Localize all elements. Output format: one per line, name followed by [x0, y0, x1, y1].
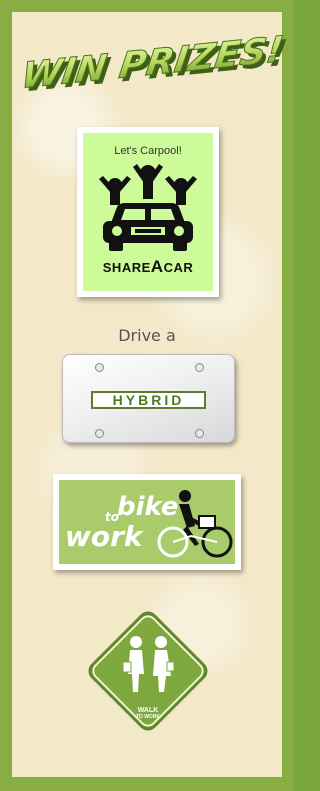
share-a-car-card[interactable]: Let's Carpool! SHAREACAR — [77, 127, 219, 297]
car-word: CAR — [163, 260, 194, 275]
hybrid-text: HYBRID — [112, 392, 185, 408]
plate-bolt-icon — [95, 363, 104, 372]
plate-bolt-icon — [195, 363, 204, 372]
work-word: work — [65, 520, 143, 553]
bike-to-work-card[interactable]: bike to work — [53, 474, 241, 570]
walk-to-work-label: WALK TO WORK — [81, 707, 215, 721]
share-a-car-label: SHAREACAR — [83, 257, 213, 277]
drive-a-label: Drive a — [118, 326, 176, 345]
hybrid-label-box: HYBRID — [91, 391, 206, 409]
win-prizes-title: WIN PRIZES! WIN PRIZES! — [0, 26, 294, 106]
carpool-people-car-icon — [99, 164, 197, 251]
hybrid-plate-card[interactable]: HYBRID — [62, 354, 235, 443]
plate-bolt-icon — [95, 429, 104, 438]
share-a-car-badge: Let's Carpool! SHAREACAR — [83, 133, 213, 291]
cyclist-icon — [157, 490, 233, 558]
to-work-word: TO WORK — [135, 714, 161, 720]
plate-bolt-icon — [195, 429, 204, 438]
bike-to-work-badge: bike to work — [59, 480, 235, 564]
walk-to-work-sign[interactable]: WALK TO WORK — [81, 604, 215, 738]
share-a-letter: A — [150, 257, 164, 276]
share-word: SHARE — [102, 260, 151, 275]
walk-word: WALK — [137, 707, 159, 714]
carpool-caption: Let's Carpool! — [114, 145, 182, 157]
